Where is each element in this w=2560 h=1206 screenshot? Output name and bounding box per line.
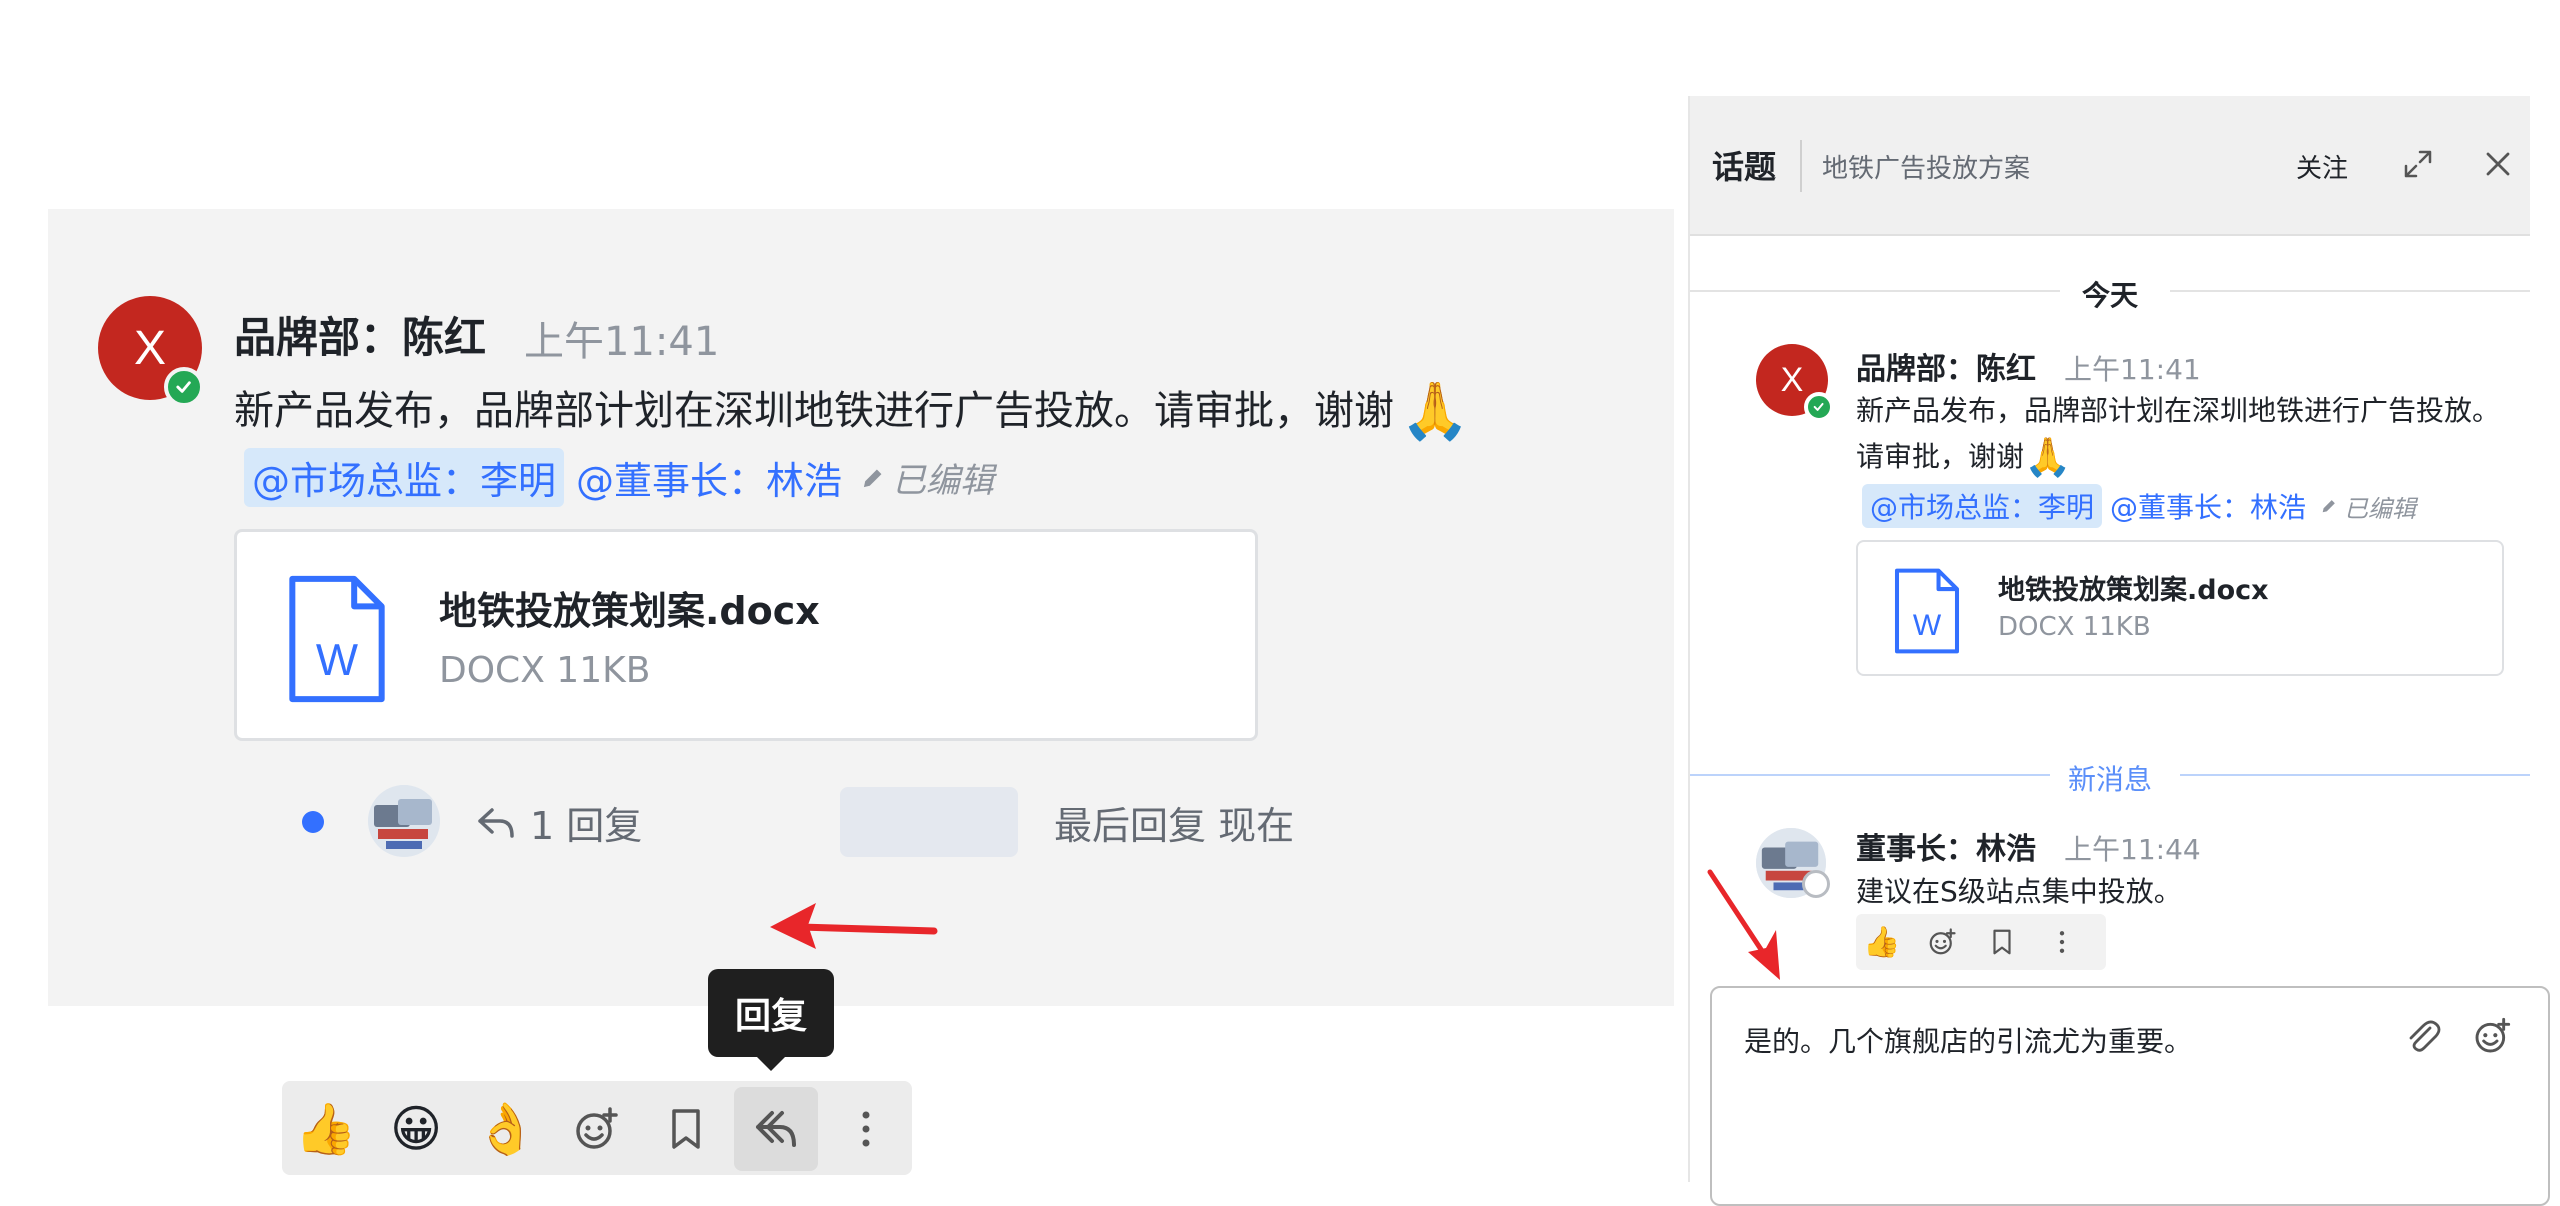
- pray-emoji: 🙏: [1400, 379, 1470, 444]
- online-status-icon: [164, 367, 204, 407]
- reply-action-bar: 👍: [1856, 914, 2106, 970]
- date-divider: 今天: [1690, 270, 2530, 312]
- ok-reaction-button[interactable]: 👌: [464, 1087, 548, 1171]
- sender-name[interactable]: 品牌部：陈红: [234, 304, 486, 365]
- message-time: 上午11:41: [524, 319, 720, 365]
- file-meta: DOCX 11KB: [1998, 612, 2151, 642]
- thumbs-up-icon: 👍: [294, 1099, 358, 1158]
- thumbs-up-reaction-button[interactable]: 👍: [284, 1087, 368, 1171]
- add-reaction-icon: [1929, 928, 1956, 955]
- close-icon[interactable]: [2482, 148, 2514, 180]
- new-messages-label: 新消息: [2067, 763, 2152, 796]
- red-pointer-arrow: [770, 903, 938, 949]
- thread-summary: 1 回复 最后回复 现在: [248, 775, 1294, 865]
- expand-icon[interactable]: [2402, 148, 2434, 180]
- grin-reaction-button[interactable]: 😀: [374, 1087, 458, 1171]
- attachment-icon[interactable]: [2402, 1016, 2442, 1056]
- topic-subject: 地铁广告投放方案: [1822, 154, 2031, 184]
- emoji-add-icon[interactable]: [2472, 1016, 2512, 1056]
- online-status-icon: [1804, 392, 1834, 422]
- file-name[interactable]: 地铁投放策划案.docx: [1998, 568, 2269, 607]
- reply-tooltip: 回复: [708, 969, 834, 1071]
- follow-button[interactable]: 关注: [2296, 148, 2348, 185]
- bookmark-button[interactable]: [1980, 920, 2024, 964]
- edited-indicator: 已编辑: [860, 453, 994, 502]
- reply-sender-name[interactable]: 董事长：林浩: [1856, 824, 2036, 868]
- reply-icon: [756, 1111, 796, 1147]
- file-attachment[interactable]: W 地铁投放策划案.docx DOCX 11KB: [234, 529, 1258, 741]
- mention-market-director[interactable]: @市场总监：李明: [1862, 484, 2103, 528]
- header-divider: [1800, 140, 1802, 192]
- reply-count[interactable]: 1 回复: [476, 795, 642, 850]
- date-label: 今天: [2081, 279, 2138, 312]
- reply-time: 上午11:44: [2064, 833, 2201, 866]
- composer-text[interactable]: 是的。几个旗舰店的引流尤为重要。: [1744, 1020, 2192, 1060]
- avatar-letter: X: [133, 321, 166, 375]
- message-card: X 品牌部：陈红 上午11:41 新产品发布，品牌部计划在深圳地铁进行广告投放。…: [48, 209, 1674, 1175]
- pencil-icon: [863, 469, 882, 487]
- word-document-icon: W: [1894, 568, 1960, 654]
- doc-icon-letter: W: [1913, 609, 1942, 642]
- reply-composer[interactable]: 是的。几个旗舰店的引流尤为重要。: [1710, 986, 2550, 1206]
- mention-row: @市场总监：李明 @董事长：林浩 已编辑: [1862, 484, 2416, 528]
- replier-avatar[interactable]: [368, 785, 440, 857]
- grinning-face-icon: 😀: [389, 1100, 443, 1158]
- edited-label: 已编辑: [892, 461, 995, 501]
- mention-market-director[interactable]: @市场总监：李明: [244, 448, 565, 507]
- doc-icon-letter: W: [316, 636, 358, 685]
- topic-panel: 话题 地铁广告投放方案 关注 今天 X 品牌部：陈红 上午11:41 新产品发布…: [1688, 96, 2550, 1206]
- reply-body: 建议在S级站点集中投放。: [1856, 875, 2182, 908]
- ok-hand-icon: 👌: [474, 1099, 538, 1158]
- mention-chairman[interactable]: @董事长：林浩: [2110, 486, 2306, 526]
- topic-title: 话题: [1712, 148, 1777, 186]
- file-name[interactable]: 地铁投放策划案.docx: [439, 580, 820, 635]
- bookmark-button[interactable]: [644, 1087, 728, 1171]
- message-action-bar: 👍 😀 👌: [282, 1081, 912, 1175]
- more-icon: [862, 1111, 870, 1147]
- add-reaction-icon: [576, 1107, 618, 1149]
- thumbs-up-icon: 👍: [1863, 924, 1901, 960]
- word-document-icon: W: [289, 575, 385, 703]
- reply-count-label: 1 回复: [530, 804, 643, 848]
- tooltip-label: 回复: [734, 996, 807, 1037]
- offline-status-icon: [1802, 870, 1830, 898]
- red-pointer-arrow: [1707, 869, 1780, 980]
- add-reaction-button[interactable]: [554, 1087, 638, 1171]
- message-text: 新产品发布，品牌部计划在深圳地铁进行广告投放。请审批，谢谢: [1856, 394, 2501, 473]
- unread-dot: [302, 811, 324, 833]
- message-body: 新产品发布，品牌部计划在深圳地铁进行广告投放。请审批，谢谢🙏: [234, 378, 1470, 444]
- thumbs-up-reaction-button[interactable]: 👍: [1860, 920, 1904, 964]
- more-icon: [2059, 931, 2065, 953]
- edited-indicator: 已编辑: [2320, 489, 2416, 524]
- topic-header: 话题 地铁广告投放方案 关注: [1690, 96, 2530, 236]
- edited-label: 已编辑: [2344, 494, 2417, 523]
- bookmark-icon: [1993, 929, 2011, 955]
- avatar-letter: X: [1780, 360, 1804, 399]
- mention-chairman[interactable]: @董事长：林浩: [576, 450, 842, 505]
- file-attachment[interactable]: W 地铁投放策划案.docx DOCX 11KB: [1856, 540, 2504, 676]
- pencil-icon: [2322, 500, 2335, 513]
- file-meta: DOCX 11KB: [439, 650, 651, 691]
- pray-emoji: 🙏: [2024, 435, 2072, 479]
- more-button[interactable]: [2040, 920, 2084, 964]
- new-messages-divider: 新消息: [1690, 754, 2530, 796]
- add-reaction-button[interactable]: [1920, 920, 1964, 964]
- reply-button[interactable]: [734, 1087, 818, 1171]
- last-reply-time: 最后回复 现在: [1054, 804, 1295, 848]
- sender-name[interactable]: 品牌部：陈红: [1856, 344, 2036, 388]
- message-time: 上午11:41: [2064, 353, 2201, 386]
- mention-row: @市场总监：李明 @董事长：林浩 已编辑: [244, 448, 994, 507]
- hover-highlight: [840, 787, 1018, 857]
- bookmark-icon: [672, 1109, 700, 1149]
- message-body: 新产品发布，品牌部计划在深圳地铁进行广告投放。请审批，谢谢🙏: [1856, 388, 2516, 480]
- more-button[interactable]: [824, 1087, 908, 1171]
- reply-arrow-icon: [478, 807, 514, 838]
- message-text: 新产品发布，品牌部计划在深圳地铁进行广告投放。请审批，谢谢: [234, 388, 1394, 434]
